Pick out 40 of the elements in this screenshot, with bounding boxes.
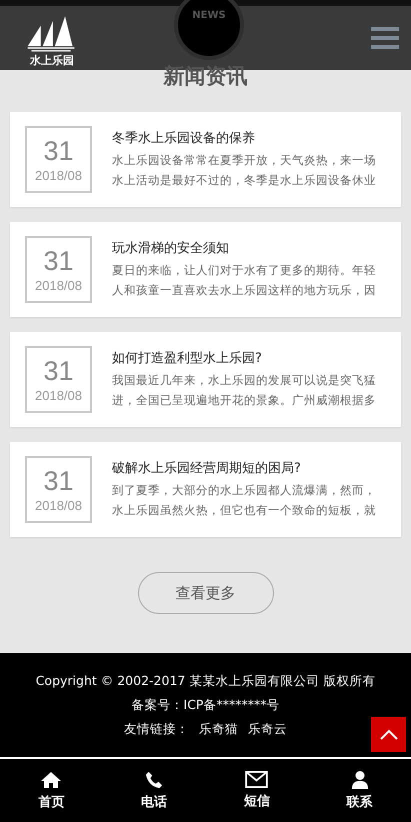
news-badge: NEWS xyxy=(174,0,244,60)
date-day: 31 xyxy=(43,246,74,276)
icp-text: 备案号：ICP备********号 xyxy=(132,697,280,713)
news-card[interactable]: 31 2018/08 破解水上乐园经营周期短的困局? 到了夏季，大部分的水上乐园都人流爆满，然而，水上乐园虽然火热，但它也有一个致命的短板，就 xyxy=(10,442,401,537)
news-card[interactable]: 31 2018/08 玩水滑梯的安全须知 夏日的来临，让人们对于水有了更多的期待。年轻人和孩童一直喜欢去水上乐园这样的地方玩乐，因 xyxy=(10,222,401,317)
news-card[interactable]: 31 2018/08 冬季水上乐园设备的保养 水上乐园设备常常在夏季开放，天气炎热，来一场水上活动是最好不过的，冬季是水上乐园设备休业 xyxy=(10,112,401,207)
news-title[interactable]: 玩水滑梯的安全须知 xyxy=(112,239,386,259)
mail-icon xyxy=(245,771,268,788)
news-title[interactable]: 破解水上乐园经营周期短的困局? xyxy=(112,459,386,479)
news-title[interactable]: 如何打造盈利型水上乐园? xyxy=(112,349,386,369)
news-card[interactable]: 31 2018/08 如何打造盈利型水上乐园? 我国最近几年来，水上乐园的发展可以说是突飞猛进，全国已呈现遍地开花的景象。广州威潮根据多 xyxy=(10,332,401,427)
section-title: 新闻资讯 xyxy=(162,63,248,90)
logo-text: 水上乐园 xyxy=(30,54,74,66)
news-summary: 我国最近几年来，水上乐园的发展可以说是突飞猛进，全国已呈现遍地开花的景象。广州威潮根据多 xyxy=(112,372,377,409)
menu-icon[interactable] xyxy=(371,27,399,49)
date-month: 2018/08 xyxy=(35,388,82,403)
date-day: 31 xyxy=(43,466,74,496)
news-summary: 水上乐园设备常常在夏季开放，天气炎热，来一场水上活动是最好不过的，冬季是水上乐园设备休业 xyxy=(112,152,377,189)
date-month: 2018/08 xyxy=(35,278,82,293)
nav-tab[interactable]: 首页 xyxy=(0,759,103,822)
news-summary: 到了夏季，大部分的水上乐园都人流爆满，然而，水上乐园虽然火热，但它也有一个致命的短板，就 xyxy=(112,482,377,519)
news-summary: 夏日的来临，让人们对于水有了更多的期待。年轻人和孩童一直喜欢去水上乐园这样的地方玩乐，因 xyxy=(112,262,377,299)
chevron-up-icon xyxy=(378,728,398,740)
nav-tab[interactable]: 联系 xyxy=(308,759,411,822)
links-label: 友情链接： xyxy=(124,721,189,737)
nav-tab[interactable]: 短信 xyxy=(206,759,308,822)
date-month: 2018/08 xyxy=(35,498,82,513)
friend-link[interactable]: 乐奇猫 xyxy=(199,721,238,737)
date-month: 2018/08 xyxy=(35,168,82,183)
nav-tab[interactable]: 电话 xyxy=(102,759,206,822)
more-button[interactable]: 查看更多 xyxy=(138,572,274,614)
friend-link[interactable]: 乐奇云 xyxy=(248,721,287,737)
phone-icon xyxy=(145,770,164,788)
news-title[interactable]: 冬季水上乐园设备的保养 xyxy=(112,129,386,149)
back-to-top-button[interactable] xyxy=(371,717,406,752)
date-day: 31 xyxy=(43,356,74,386)
date-day: 31 xyxy=(43,136,74,166)
home-icon xyxy=(40,770,62,788)
person-icon xyxy=(350,770,369,788)
copyright-text: Copyright © 2002-2017 某某水上乐园有限公司 版权所有 xyxy=(36,673,376,689)
